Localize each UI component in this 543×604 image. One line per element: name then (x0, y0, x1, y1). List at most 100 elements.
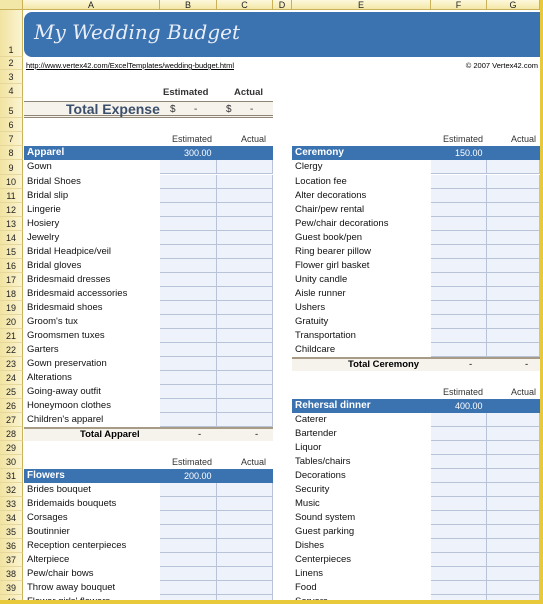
ceremony-actual-input[interactable] (487, 160, 540, 174)
ceremony-actual-input[interactable] (487, 273, 540, 287)
flowers-actual-input[interactable] (217, 539, 273, 553)
column-header-a[interactable]: A (23, 0, 160, 10)
ceremony-estimated-total[interactable]: 150.00 (455, 146, 483, 160)
row-header-2[interactable]: 2 (0, 57, 23, 70)
flowers-estimated-input[interactable] (160, 553, 217, 567)
flowers-estimated-input[interactable] (160, 567, 217, 581)
row-header-24[interactable]: 24 (0, 371, 23, 385)
row-header-8[interactable]: 8 (0, 146, 23, 160)
flowers-actual-input[interactable] (217, 553, 273, 567)
row-header-39[interactable]: 39 (0, 581, 23, 595)
row-header-40[interactable]: 40 (0, 595, 23, 600)
row-header-29[interactable]: 29 (0, 441, 23, 455)
apparel-estimated-input[interactable] (160, 301, 217, 315)
row-header-23[interactable]: 23 (0, 357, 23, 371)
row-header-37[interactable]: 37 (0, 553, 23, 567)
flowers-actual-input[interactable] (217, 595, 273, 600)
apparel-actual-input[interactable] (217, 413, 273, 427)
flowers-actual-input[interactable] (217, 497, 273, 511)
apparel-estimated-input[interactable] (160, 217, 217, 231)
apparel-actual-input[interactable] (217, 189, 273, 203)
row-header-12[interactable]: 12 (0, 203, 23, 217)
apparel-actual-input[interactable] (217, 203, 273, 217)
row-header-6[interactable]: 6 (0, 118, 23, 132)
ceremony-actual-input[interactable] (487, 259, 540, 273)
rehearsal-actual-input[interactable] (487, 581, 540, 595)
rehearsal-actual-input[interactable] (487, 539, 540, 553)
ceremony-estimated-input[interactable] (431, 189, 487, 203)
row-header-36[interactable]: 36 (0, 539, 23, 553)
apparel-estimated-input[interactable] (160, 357, 217, 371)
ceremony-actual-input[interactable] (487, 315, 540, 329)
apparel-actual-input[interactable] (217, 231, 273, 245)
rehearsal-estimated-input[interactable] (431, 595, 487, 600)
row-header-20[interactable]: 20 (0, 315, 23, 329)
rehearsal-actual-input[interactable] (487, 553, 540, 567)
apparel-actual-input[interactable] (217, 329, 273, 343)
ceremony-total-actual[interactable]: - (525, 359, 528, 371)
ceremony-estimated-input[interactable] (431, 287, 487, 301)
ceremony-estimated-input[interactable] (431, 301, 487, 315)
apparel-estimated-total[interactable]: 300.00 (184, 146, 212, 160)
row-header-34[interactable]: 34 (0, 511, 23, 525)
row-header-16[interactable]: 16 (0, 259, 23, 273)
rehearsal-estimated-input[interactable] (431, 469, 487, 483)
row-header-4[interactable]: 4 (0, 84, 23, 98)
ceremony-estimated-input[interactable] (431, 160, 487, 174)
flowers-actual-input[interactable] (217, 581, 273, 595)
row-header-35[interactable]: 35 (0, 525, 23, 539)
select-all-corner[interactable] (0, 0, 23, 10)
row-header-18[interactable]: 18 (0, 287, 23, 301)
ceremony-estimated-input[interactable] (431, 203, 487, 217)
apparel-estimated-input[interactable] (160, 371, 217, 385)
apparel-estimated-input[interactable] (160, 287, 217, 301)
ceremony-estimated-input[interactable] (431, 343, 487, 357)
total-act-value[interactable]: - (250, 102, 253, 117)
apparel-actual-input[interactable] (217, 217, 273, 231)
ceremony-estimated-input[interactable] (431, 245, 487, 259)
flowers-estimated-input[interactable] (160, 483, 217, 497)
apparel-total-actual[interactable]: - (255, 429, 258, 441)
flowers-actual-input[interactable] (217, 511, 273, 525)
ceremony-actual-input[interactable] (487, 245, 540, 259)
row-header-38[interactable]: 38 (0, 567, 23, 581)
ceremony-actual-input[interactable] (487, 329, 540, 343)
rehearsal-estimated-input[interactable] (431, 567, 487, 581)
apparel-estimated-input[interactable] (160, 343, 217, 357)
ceremony-actual-input[interactable] (487, 189, 540, 203)
ceremony-estimated-input[interactable] (431, 273, 487, 287)
rehearsal-actual-input[interactable] (487, 567, 540, 581)
rehearsal-actual-input[interactable] (487, 427, 540, 441)
flowers-actual-input[interactable] (217, 483, 273, 497)
row-header-22[interactable]: 22 (0, 343, 23, 357)
rehearsal-estimated-input[interactable] (431, 497, 487, 511)
ceremony-estimated-input[interactable] (431, 217, 487, 231)
template-link[interactable]: http://www.vertex42.com/ExcelTemplates/w… (26, 61, 234, 70)
ceremony-estimated-input[interactable] (431, 259, 487, 273)
rehearsal-estimated-input[interactable] (431, 581, 487, 595)
flowers-estimated-input[interactable] (160, 595, 217, 600)
apparel-actual-input[interactable] (217, 343, 273, 357)
rehearsal-estimated-input[interactable] (431, 539, 487, 553)
rehearsal-actual-input[interactable] (487, 441, 540, 455)
rehearsal-actual-input[interactable] (487, 525, 540, 539)
row-header-9[interactable]: 9 (0, 160, 23, 175)
row-header-7[interactable]: 7 (0, 132, 23, 146)
ceremony-estimated-input[interactable] (431, 315, 487, 329)
apparel-estimated-input[interactable] (160, 160, 217, 174)
apparel-estimated-input[interactable] (160, 175, 217, 189)
flowers-estimated-input[interactable] (160, 511, 217, 525)
apparel-actual-input[interactable] (217, 273, 273, 287)
column-header-b[interactable]: B (160, 0, 217, 10)
flowers-estimated-input[interactable] (160, 581, 217, 595)
flowers-actual-input[interactable] (217, 525, 273, 539)
column-header-f[interactable]: F (431, 0, 487, 10)
apparel-estimated-input[interactable] (160, 273, 217, 287)
flowers-estimated-total[interactable]: 200.00 (184, 469, 212, 483)
apparel-actual-input[interactable] (217, 175, 273, 189)
row-header-31[interactable]: 31 (0, 469, 23, 483)
apparel-actual-input[interactable] (217, 245, 273, 259)
ceremony-estimated-input[interactable] (431, 329, 487, 343)
ceremony-estimated-input[interactable] (431, 175, 487, 189)
row-header-3[interactable]: 3 (0, 70, 23, 84)
